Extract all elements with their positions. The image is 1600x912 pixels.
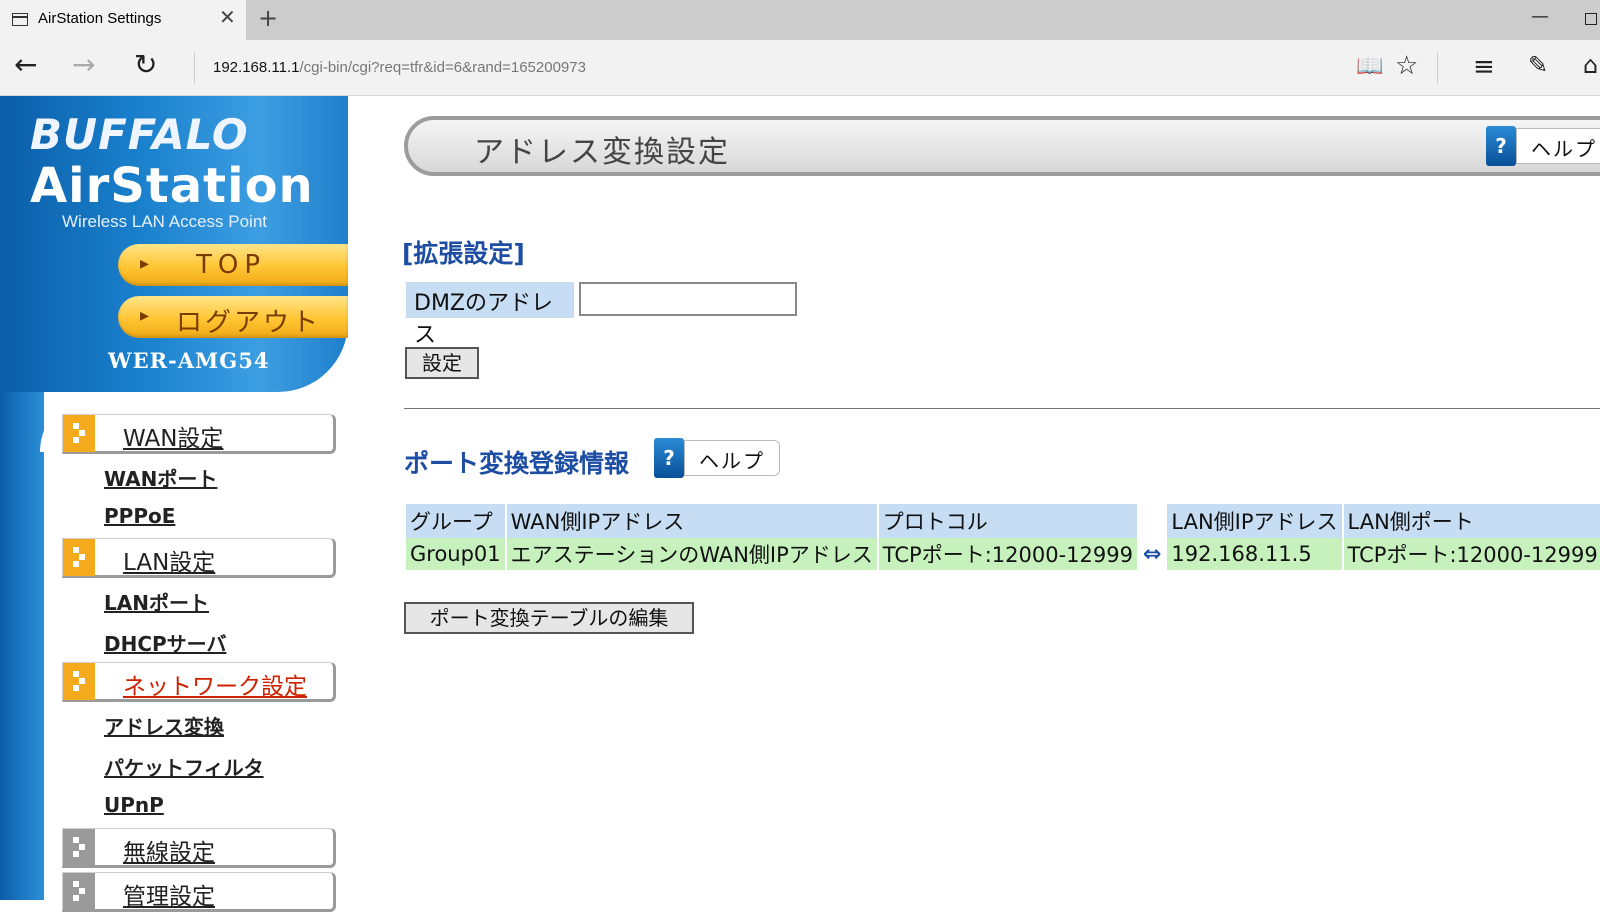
menu-network-label: ネットワーク設定 — [123, 674, 307, 700]
table-cell: 192.168.11.5 — [1167, 538, 1342, 570]
browser-tab[interactable]: AirStation Settings ✕ — [0, 0, 246, 40]
toolbar-divider — [194, 52, 195, 84]
menu-admin-settings[interactable]: 管理設定 — [62, 872, 336, 912]
table-header: LAN側ポート — [1343, 504, 1600, 538]
menu-network-settings[interactable]: ネットワーク設定 — [62, 662, 336, 702]
table-header: WAN側IPアドレス — [506, 504, 877, 538]
toolbar-divider — [1437, 52, 1438, 84]
top-button[interactable]: ▸ TOP — [118, 244, 348, 286]
section-divider — [404, 408, 1600, 409]
dmz-address-label: DMZのアドレス — [406, 282, 574, 348]
new-tab-icon[interactable]: + — [258, 5, 278, 31]
url-field[interactable]: 192.168.11.1/cgi-bin/cgi?req=tfr&id=6&ra… — [213, 59, 586, 76]
main-content: アドレス変換設定 ? ヘルプ [拡張設定] DMZのアドレス 設定 ポート変換登… — [388, 96, 1600, 900]
sidebar-blue-strip — [0, 376, 44, 900]
table-header-gap — [1139, 504, 1165, 538]
menu-bullet-icon — [63, 415, 95, 452]
menu-bullet-icon — [63, 829, 95, 866]
model-name: WER-AMG54 — [108, 348, 270, 373]
url-path: /cgi-bin/cgi?req=tfr&id=6&rand=165200973 — [299, 59, 586, 76]
port-help-button-label: ヘルプ — [699, 449, 765, 473]
table-row: Group01 エアステーションのWAN側IPアドレス TCPポート:12000… — [406, 538, 1600, 570]
edit-port-table-button[interactable]: ポート変換テーブルの編集 — [404, 602, 694, 634]
menu-lan-settings[interactable]: LAN設定 — [62, 538, 336, 578]
favorite-star-icon[interactable]: ☆ — [1395, 51, 1418, 81]
page-title-bar: アドレス変換設定 ? ヘルプ — [404, 116, 1600, 176]
set-button[interactable]: 設定 — [405, 347, 479, 379]
link-packet-filter[interactable]: パケットフィルタ — [104, 752, 264, 781]
router-sidebar: BUFFALO AirStation Wireless LAN Access P… — [0, 96, 388, 912]
close-icon[interactable]: ✕ — [219, 7, 236, 27]
share-icon[interactable]: ⌂ — [1583, 51, 1598, 79]
link-lan-port[interactable]: LANポート — [104, 587, 209, 616]
extended-settings-heading: [拡張設定] — [402, 239, 525, 268]
menu-wan-label: WAN設定 — [123, 426, 224, 452]
help-button[interactable]: ? ヘルプ — [1486, 126, 1600, 166]
buffalo-logo: BUFFALO — [30, 110, 249, 159]
link-wan-port[interactable]: WANポート — [104, 463, 217, 492]
link-pppoe[interactable]: PPPoE — [104, 504, 175, 528]
tab-title: AirStation Settings — [38, 10, 162, 27]
help-label-box: ヘルプ — [1516, 128, 1600, 164]
port-translation-table: グループ WAN側IPアドレス プロトコル LAN側IPアドレス LAN側ポート… — [404, 504, 1600, 570]
menu-wireless-label: 無線設定 — [123, 840, 215, 866]
table-header: LAN側IPアドレス — [1167, 504, 1342, 538]
table-header: グループ — [406, 504, 505, 538]
minimize-icon[interactable]: — — [1531, 6, 1549, 27]
logout-button[interactable]: ▸ ログアウト — [118, 296, 348, 338]
back-icon[interactable]: ← — [14, 50, 37, 80]
web-note-icon[interactable]: ✎ — [1528, 51, 1548, 79]
table-cell: エアステーションのWAN側IPアドレス — [506, 538, 877, 570]
table-header: プロトコル — [878, 504, 1137, 538]
menu-bullet-icon — [63, 539, 95, 576]
table-header-row: グループ WAN側IPアドレス プロトコル LAN側IPアドレス LAN側ポート… — [406, 504, 1600, 538]
url-host: 192.168.11.1 — [213, 59, 300, 76]
reading-view-icon[interactable]: 📖 — [1356, 54, 1383, 79]
product-subtitle: Wireless LAN Access Point — [62, 212, 268, 231]
dmz-address-input[interactable] — [579, 282, 797, 316]
menu-wan-settings[interactable]: WAN設定 — [62, 414, 336, 454]
menu-lan-label: LAN設定 — [123, 550, 216, 576]
browser-tab-bar: AirStation Settings ✕ + — — [0, 0, 1600, 40]
table-cell: TCPポート:12000-12999 — [1343, 538, 1600, 570]
link-address-translation[interactable]: アドレス変換 — [104, 711, 224, 740]
page-icon — [12, 13, 28, 26]
logout-button-label: ログアウト — [176, 308, 322, 338]
link-upnp[interactable]: UPnP — [104, 793, 164, 817]
browser-address-bar: ← → ↻ 192.168.11.1/cgi-bin/cgi?req=tfr&i… — [0, 40, 1600, 96]
arrow-icon: ▸ — [140, 253, 150, 274]
port-translation-heading: ポート変換登録情報 — [404, 449, 630, 478]
hub-icon[interactable]: ≡ — [1473, 52, 1495, 82]
top-button-label: TOP — [196, 250, 267, 280]
question-icon: ? — [1486, 126, 1516, 166]
menu-wireless-settings[interactable]: 無線設定 — [62, 828, 336, 868]
arrow-icon: ▸ — [140, 305, 150, 326]
page-title: アドレス変換設定 — [474, 135, 730, 170]
menu-bullet-icon — [63, 663, 95, 700]
link-dhcp-server[interactable]: DHCPサーバ — [104, 628, 226, 657]
arrow-icon: ⇔ — [1138, 538, 1166, 570]
port-help-button[interactable]: ? ヘルプ — [654, 438, 780, 478]
reload-icon[interactable]: ↻ — [134, 50, 157, 80]
forward-icon[interactable]: → — [72, 50, 95, 80]
help-label-box: ヘルプ — [684, 440, 780, 476]
airstation-logo: AirStation — [30, 158, 314, 214]
menu-admin-label: 管理設定 — [123, 884, 215, 910]
table-cell: TCPポート:12000-12999 — [878, 538, 1137, 570]
help-button-label: ヘルプ — [1531, 137, 1597, 161]
menu-bullet-icon — [63, 873, 95, 910]
question-icon: ? — [654, 438, 684, 478]
table-cell: Group01 — [406, 538, 505, 570]
maximize-icon[interactable] — [1585, 13, 1597, 25]
